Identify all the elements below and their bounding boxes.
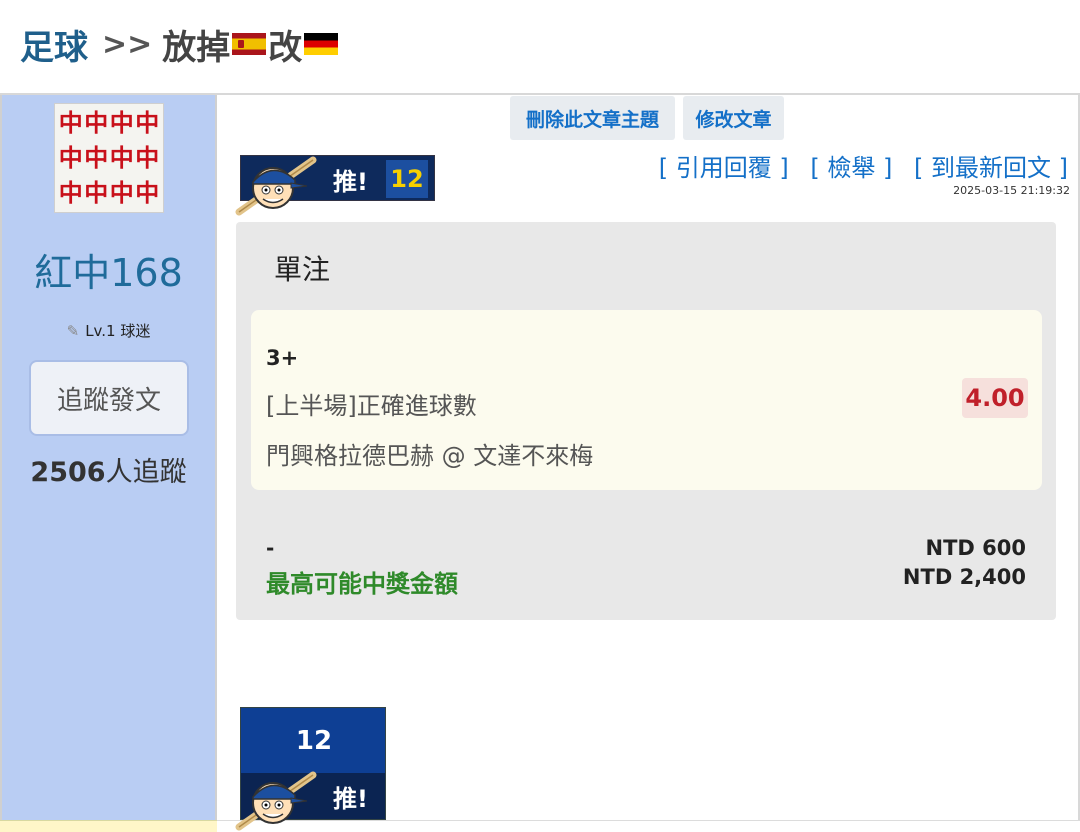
page-title: 放掉 改 (162, 20, 340, 69)
baseball-mascot-icon (235, 771, 317, 831)
stake-amount: NTD 600 (925, 536, 1026, 560)
breadcrumb-separator: >> (102, 26, 153, 62)
follow-button[interactable]: 追蹤發文 (29, 360, 189, 436)
mahjong-tile-icon: 中 (84, 109, 109, 138)
breadcrumb: 足球 >> 放掉 改 (20, 20, 340, 69)
bet-selection: 3+ [上半場]正確進球數 門興格拉德巴赫 @ 文達不來梅 4.00 (251, 310, 1042, 490)
quote-reply-link[interactable]: [ 引用回覆 ] (659, 154, 789, 182)
odds-badge: 4.00 (962, 378, 1028, 418)
mahjong-tile-icon: 中 (58, 178, 83, 207)
next-post-sidebar-edge (0, 820, 217, 832)
push-button-large[interactable]: 12 推! (235, 707, 386, 831)
mahjong-tile-icon: 中 (58, 143, 83, 172)
pencil-icon: ✎ (66, 322, 80, 340)
post-actions: [ 引用回覆 ] [ 檢舉 ] [ 到最新回文 ] (645, 148, 1068, 183)
report-link[interactable]: [ 檢舉 ] (810, 154, 892, 182)
spain-flag-icon (232, 33, 267, 55)
delete-topic-button[interactable]: 刪除此文章主題 (510, 96, 675, 140)
follower-count: 2506人追蹤 (0, 450, 217, 489)
push-count: 12 (386, 160, 428, 198)
author-level: ✎ Lv.1 球迷 (0, 320, 217, 341)
push-label: 推! (333, 167, 368, 196)
bet-type: 單注 (274, 253, 331, 286)
baseball-mascot-icon (235, 156, 317, 216)
page-title-part1: 放掉 (162, 27, 231, 68)
mahjong-tile-icon: 中 (58, 109, 83, 138)
mahjong-tile-icon: 中 (135, 143, 160, 172)
bet-pick: 3+ (266, 346, 299, 370)
bet-market: [上半場]正確進球數 (266, 392, 477, 420)
edit-post-button[interactable]: 修改文章 (683, 96, 784, 140)
mahjong-tile-icon: 中 (84, 143, 109, 172)
bet-match: 門興格拉德巴赫 @ 文達不來梅 (266, 442, 594, 470)
post-timestamp: 2025-03-15 21:19:32 (953, 184, 1070, 197)
mahjong-tile-icon: 中 (135, 109, 160, 138)
avatar[interactable]: 中 中 中 中 中 中 中 中 中 中 中 中 (54, 103, 164, 213)
stake-label: - (266, 536, 275, 560)
mahjong-tile-icon: 中 (135, 178, 160, 207)
push-count-large: 12 (295, 726, 333, 756)
mahjong-tile-icon: 中 (109, 109, 134, 138)
breadcrumb-board-link[interactable]: 足球 (20, 20, 88, 69)
bet-slip-card: 單注 3+ [上半場]正確進球數 門興格拉德巴赫 @ 文達不來梅 4.00 - … (236, 222, 1056, 620)
push-bar: 推! (235, 771, 385, 831)
mahjong-tile-icon: 中 (84, 178, 109, 207)
page-title-part2: 改 (268, 27, 303, 68)
author-name[interactable]: 紅中168 (0, 242, 217, 297)
payout-label: 最高可能中獎金額 (266, 570, 458, 598)
latest-reply-link[interactable]: [ 到最新回文 ] (914, 154, 1068, 182)
mahjong-tile-icon: 中 (109, 178, 134, 207)
follower-count-suffix: 人追蹤 (105, 457, 187, 488)
push-label-large: 推! (333, 784, 368, 813)
push-button[interactable]: 推! 12 (235, 155, 435, 216)
germany-flag-icon (304, 33, 339, 55)
payout-amount: NTD 2,400 (902, 565, 1026, 589)
author-level-text: Lv.1 球迷 (85, 322, 151, 340)
next-post-main-edge (217, 820, 1080, 832)
follower-count-number: 2506 (30, 457, 106, 488)
mahjong-tile-icon: 中 (109, 143, 134, 172)
